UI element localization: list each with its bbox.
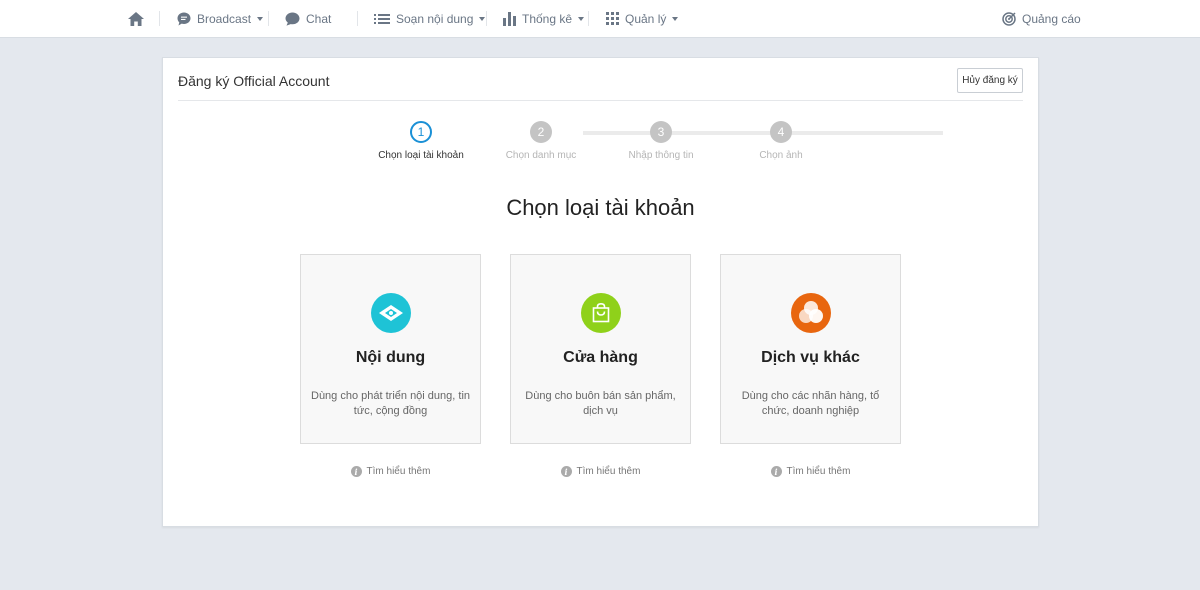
list-icon (374, 13, 390, 24)
option-other-services-title: Dịch vụ khác (761, 349, 860, 366)
nav-divider (268, 11, 269, 26)
nav-divider (159, 11, 160, 26)
step-4-label: Chọn ảnh (759, 150, 803, 161)
nav-stats[interactable]: Thống kê (503, 0, 585, 37)
learn-more-label: Tìm hiểu thêm (576, 466, 641, 477)
top-navigation: Broadcast Chat Soạn nội dung Thống kê Qu… (0, 0, 1200, 38)
registration-card: Đăng ký Official Account Hủy đăng ký 1 C… (162, 57, 1039, 527)
nav-manage[interactable]: Quản lý (606, 0, 679, 37)
nav-content[interactable]: Soạn nội dung (374, 0, 486, 37)
chevron-down-icon (257, 16, 264, 21)
nav-ads[interactable]: Quảng cáo (1002, 0, 1081, 37)
nav-manage-label: Quản lý (625, 11, 667, 26)
info-icon: i (770, 466, 782, 477)
page-title: Đăng ký Official Account (178, 73, 330, 89)
circles-icon (791, 293, 831, 333)
learn-more-store-link[interactable]: i Tìm hiểu thêm (510, 466, 691, 477)
broadcast-chat-icon (177, 12, 191, 25)
bar-chart-icon (503, 11, 516, 26)
step-2-label: Chọn danh mục (505, 150, 577, 161)
option-content-description: Dùng cho phát triển nội dung, tin tức, c… (311, 390, 471, 417)
nav-broadcast[interactable]: Broadcast (177, 0, 264, 37)
option-other-services[interactable]: Dịch vụ khác Dùng cho các nhãn hàng, tổ … (720, 254, 901, 444)
learn-more-label: Tìm hiểu thêm (366, 466, 431, 477)
nav-stats-label: Thống kê (522, 11, 573, 26)
option-content[interactable]: Nội dung Dùng cho phát triển nội dung, t… (300, 254, 481, 444)
option-store[interactable]: Cửa hàng Dùng cho buôn bán sản phẩm, dịc… (510, 254, 691, 444)
shopping-bag-icon (581, 293, 621, 333)
nav-broadcast-label: Broadcast (197, 11, 252, 26)
target-icon (1002, 11, 1016, 26)
option-other-services-description: Dùng cho các nhãn hàng, tổ chức, doanh n… (741, 390, 880, 417)
learn-more-label: Tìm hiểu thêm (786, 466, 851, 477)
step-2-indicator: 2 (530, 121, 552, 143)
learn-more-content-link[interactable]: i Tìm hiểu thêm (300, 466, 481, 477)
nav-divider (588, 11, 589, 26)
chat-bubble-icon (285, 12, 300, 26)
step-1-indicator: 1 (410, 121, 432, 143)
home-icon (128, 11, 144, 26)
nav-chat-label: Chat (306, 11, 332, 26)
step-3-indicator: 3 (650, 121, 672, 143)
stepper-track (583, 131, 943, 135)
info-icon: i (560, 466, 572, 477)
step-3-label: Nhập thông tin (628, 150, 694, 161)
nav-divider (486, 11, 487, 26)
chevron-down-icon (672, 16, 679, 21)
step-1-label: Chọn loại tài khoản (378, 150, 464, 161)
content-eye-icon (371, 293, 411, 333)
nav-ads-label: Quảng cáo (1022, 11, 1081, 26)
option-content-title: Nội dung (355, 349, 426, 366)
option-store-title: Cửa hàng (563, 349, 638, 366)
nav-chat[interactable]: Chat (285, 0, 331, 37)
nav-home[interactable] (128, 0, 144, 37)
chevron-down-icon (479, 16, 486, 21)
cancel-registration-button[interactable]: Hủy đăng ký (957, 68, 1023, 93)
info-icon: i (350, 466, 362, 477)
nav-divider (357, 11, 358, 26)
option-store-description: Dùng cho buôn bán sản phẩm, dịch vụ (525, 390, 676, 417)
nav-content-label: Soạn nội dung (396, 11, 474, 26)
section-heading: Chọn loại tài khoản (506, 195, 695, 220)
learn-more-other-services-link[interactable]: i Tìm hiểu thêm (720, 466, 901, 477)
grid-icon (606, 12, 619, 25)
divider (178, 100, 1023, 101)
chevron-down-icon (578, 16, 585, 21)
step-4-indicator: 4 (770, 121, 792, 143)
